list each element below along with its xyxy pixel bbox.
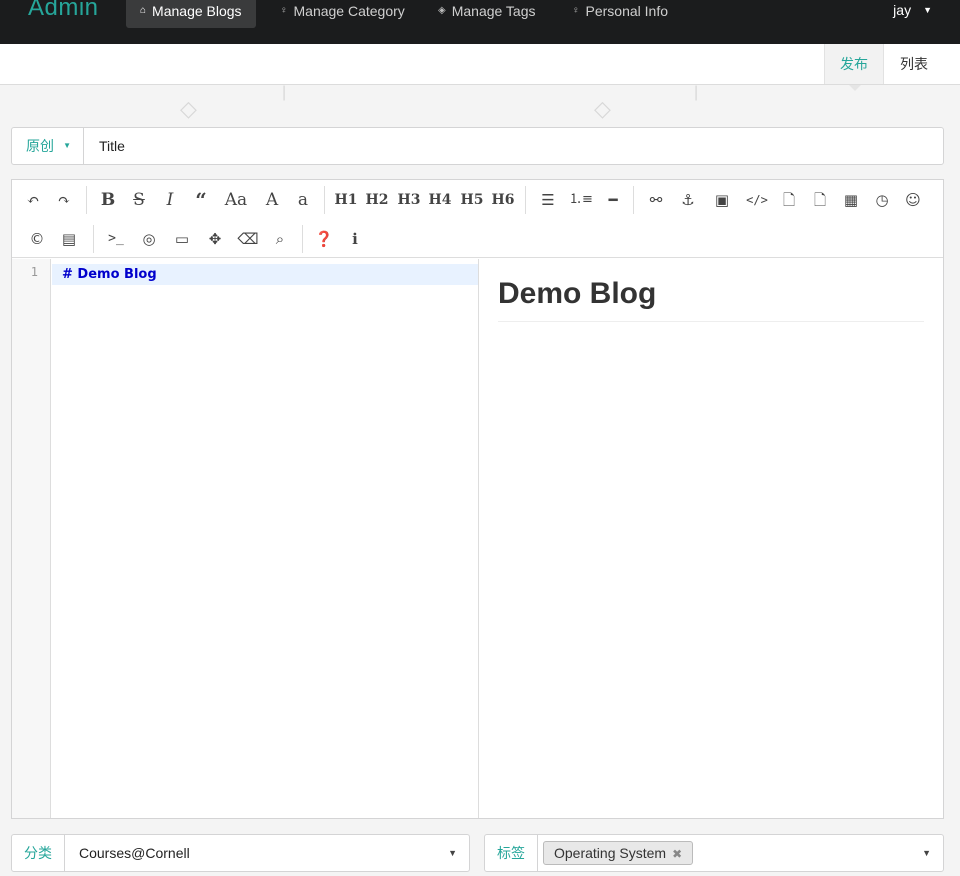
h4-button[interactable]: H4 <box>425 186 455 214</box>
post-type-dropdown[interactable]: 原创 ▼ <box>12 128 84 164</box>
caret-down-icon: ▼ <box>923 5 932 15</box>
toolbar-divider <box>633 186 634 214</box>
h6-button[interactable]: H6 <box>488 186 518 214</box>
toolbar-divider <box>86 186 87 214</box>
help-icon[interactable]: ❓ <box>309 225 339 253</box>
sub-tab-bar: 发布 列表 <box>0 44 960 91</box>
top-navbar: Admin ⌂ Manage Blogs ♀ Manage Category ◈… <box>0 0 960 44</box>
preview-pane: Demo Blog <box>478 259 943 818</box>
user-name: jay <box>893 2 912 18</box>
tags-icon: ◈ <box>438 5 446 16</box>
toolbar-divider <box>302 225 303 253</box>
h1-button[interactable]: H1 <box>331 186 361 214</box>
caret-down-icon: ▼ <box>63 141 71 150</box>
html-entities-icon[interactable]: © <box>22 225 52 253</box>
h2-button[interactable]: H2 <box>362 186 392 214</box>
pagebreak-icon[interactable]: ▤ <box>54 225 84 253</box>
code-icon[interactable]: </> <box>742 186 772 214</box>
anchor-icon[interactable]: ⚓ <box>673 186 703 214</box>
h3-button[interactable]: H3 <box>394 186 424 214</box>
fullscreen-icon[interactable]: ✥ <box>200 225 230 253</box>
tags-dropdown[interactable]: Operating System ✖ ▼ <box>538 835 943 871</box>
preview-icon[interactable]: ▭ <box>167 225 197 253</box>
nav-item-label: Manage Tags <box>451 3 536 19</box>
editor-toolbar: ↶ ↷ B S I “ Aa A a H1 H2 H3 H4 H5 H6 ☰ ⒈… <box>12 180 943 258</box>
home-icon: ⌂ <box>140 5 147 16</box>
code-block-icon[interactable]: 🗋 <box>774 186 804 214</box>
code-editor-pane[interactable]: # Demo Blog <box>52 259 478 818</box>
unordered-list-icon[interactable]: ☰ <box>533 186 563 214</box>
nav-item-label: Personal Info <box>585 3 669 19</box>
tag-chip-label: Operating System <box>554 845 667 861</box>
preformatted-icon[interactable]: 🗋 <box>805 186 835 214</box>
nav-item-manage-tags[interactable]: ◈ Manage Tags <box>424 0 550 28</box>
idea-icon: ♀ <box>280 5 288 16</box>
clock-icon[interactable]: ◷ <box>867 186 897 214</box>
caret-down-icon: ▼ <box>448 848 457 858</box>
italic-icon[interactable]: I <box>155 186 185 214</box>
search-icon[interactable]: ⌕ <box>265 225 295 253</box>
idea-icon: ♀ <box>572 5 580 16</box>
tab-list[interactable]: 列表 <box>884 44 944 84</box>
toolbar-divider <box>93 225 94 253</box>
tag-chip: Operating System ✖ <box>543 841 694 865</box>
tab-publish[interactable]: 发布 <box>824 44 884 91</box>
clear-icon[interactable]: ⌫ <box>233 225 263 253</box>
h5-button[interactable]: H5 <box>457 186 487 214</box>
nav-item-personal-info[interactable]: ♀ Personal Info <box>558 0 682 28</box>
title-row: 原创 ▼ <box>11 127 944 165</box>
brand-logo[interactable]: Admin <box>28 0 99 22</box>
ordered-list-icon[interactable]: ⒈≡ <box>566 186 596 214</box>
table-icon[interactable]: ▦ <box>836 186 866 214</box>
toolbar-divider <box>525 186 526 214</box>
strikethrough-icon[interactable]: S <box>124 186 154 214</box>
capitalize-icon[interactable]: Aa <box>221 186 251 214</box>
decor-line: | <box>282 84 287 101</box>
decor-diamond: ◇ <box>594 96 611 121</box>
line-number: 1 <box>30 265 38 279</box>
bold-icon[interactable]: B <box>93 186 123 214</box>
goto-line-icon[interactable]: >_ <box>101 225 131 253</box>
line-number-gutter: 1 <box>12 259 51 818</box>
caret-down-icon: ▼ <box>922 848 931 858</box>
decor-line: | <box>694 84 699 101</box>
image-icon[interactable]: ▣ <box>707 186 737 214</box>
post-type-value: 原创 <box>26 138 54 154</box>
code-line[interactable]: # Demo Blog <box>52 264 478 285</box>
nav-item-label: Manage Blogs <box>152 3 242 19</box>
decor-diamond: ◇ <box>180 96 197 121</box>
watch-icon[interactable]: ◎ <box>134 225 164 253</box>
title-input[interactable] <box>84 128 943 164</box>
info-icon[interactable]: ℹ <box>340 225 370 253</box>
redo-icon[interactable]: ↷ <box>49 186 79 214</box>
tags-label: 标签 <box>485 835 538 871</box>
user-menu[interactable]: jay ▼ <box>893 0 932 20</box>
toolbar-divider <box>324 186 325 214</box>
nav-item-label: Manage Category <box>293 3 405 19</box>
preview-heading: Demo Blog <box>498 277 924 322</box>
uppercase-icon[interactable]: A <box>257 186 287 214</box>
undo-icon[interactable]: ↶ <box>18 186 48 214</box>
category-dropdown[interactable]: Courses@Cornell ▼ <box>65 835 469 871</box>
nav-item-manage-blogs[interactable]: ⌂ Manage Blogs <box>126 0 256 28</box>
horizontal-rule-icon[interactable]: ━ <box>598 186 628 214</box>
markdown-editor: ↶ ↷ B S I “ Aa A a H1 H2 H3 H4 H5 H6 ☰ ⒈… <box>11 179 944 819</box>
category-label: 分类 <box>12 835 65 871</box>
close-icon[interactable]: ✖ <box>672 847 682 861</box>
emoji-icon[interactable]: ☺ <box>898 186 928 214</box>
link-icon[interactable]: ⚯ <box>641 186 671 214</box>
lowercase-icon[interactable]: a <box>288 186 318 214</box>
nav-item-manage-category[interactable]: ♀ Manage Category <box>266 0 419 28</box>
category-value: Courses@Cornell <box>79 845 190 861</box>
category-field: 分类 Courses@Cornell ▼ <box>11 834 470 872</box>
quote-icon[interactable]: “ <box>186 186 216 214</box>
tags-field: 标签 Operating System ✖ ▼ <box>484 834 944 872</box>
